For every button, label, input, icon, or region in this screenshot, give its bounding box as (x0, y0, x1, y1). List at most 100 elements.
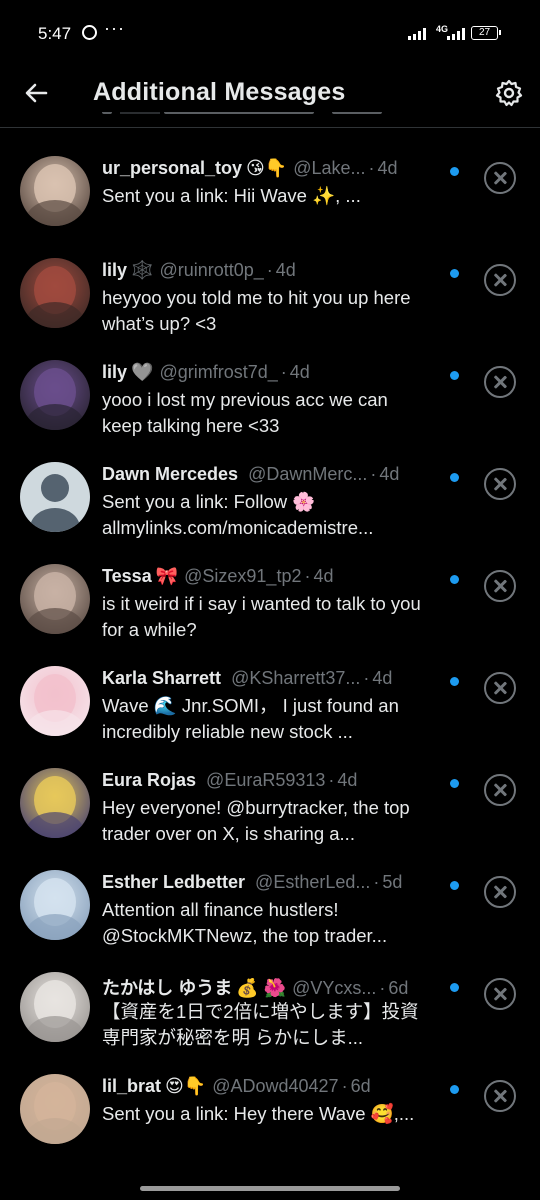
message-preview: 【資産を1日で2倍に増やします】投資専門家が秘密を明 らかにしま... (102, 1001, 419, 1048)
sender-name: Tessa (102, 566, 152, 586)
message-header: Eura Rojas @EuraR59313 · 4d (102, 770, 442, 794)
avatar[interactable] (20, 564, 90, 634)
message-request-row[interactable]: lily 🕸️ @ruinrott0p_ · 4d heyyoo you told me … (0, 230, 540, 334)
sender-emoji: 🕸️ (131, 260, 154, 280)
unread-dot-icon (450, 983, 459, 992)
sender-handle: @EuraR59313 (206, 770, 326, 790)
separator-dot: · (266, 260, 273, 280)
sender-handle: @VYcxs... (292, 978, 377, 998)
message-age: 6d (350, 1076, 371, 1096)
unread-dot-icon (450, 269, 459, 278)
avatar[interactable] (20, 666, 90, 736)
dismiss-x-icon[interactable] (484, 570, 516, 602)
separator-dot: · (368, 158, 375, 178)
separator-dot: · (373, 872, 380, 892)
avatar[interactable] (20, 768, 90, 838)
dismiss-x-icon[interactable] (484, 672, 516, 704)
avatar[interactable] (20, 360, 90, 430)
unread-dot-icon (450, 575, 459, 584)
avatar[interactable] (20, 1074, 90, 1144)
sender-name: Eura Rojas (102, 770, 197, 790)
message-age: 4d (289, 362, 310, 382)
message-preview: Sent you a link: Follow 🌸 allmylinks.com… (102, 491, 374, 538)
message-request-row[interactable]: Dawn Mercedes @DawnMerc... · 4d Sent you a l… (0, 434, 540, 538)
message-preview: Wave 🌊 Jnr.SOMI， I just found an incredi… (102, 695, 399, 742)
gear-icon[interactable] (494, 78, 524, 108)
dismiss-x-icon[interactable] (484, 468, 516, 500)
message-request-row[interactable]: ur_personal_toy 😘👇 @Lake... · 4d Sent you a l… (0, 128, 540, 230)
message-header: ur_personal_toy 😘👇 @Lake... · 4d (102, 158, 442, 182)
sender-handle: @DawnMerc... (248, 464, 368, 484)
avatar[interactable] (20, 972, 90, 1042)
sender-handle: @KSharrett37... (231, 668, 361, 688)
message-preview: yooo i lost my previous acc we can keep … (102, 389, 388, 436)
message-age: 4d (275, 260, 296, 280)
message-preview: Hey everyone! @burrytracker, the top tra… (102, 797, 410, 844)
message-header: たかはし ゆうま 💰 🌺 @VYcxs... · 6d (102, 974, 442, 998)
unread-dot-icon (450, 167, 459, 176)
dismiss-x-icon[interactable] (484, 162, 516, 194)
message-age: 4d (372, 668, 393, 688)
page-title: Additional Messages (93, 78, 346, 106)
battery-icon: 27 (471, 26, 501, 40)
dismiss-x-icon[interactable] (484, 978, 516, 1010)
sender-handle: @ruinrott0p_ (159, 260, 264, 280)
sender-name: Esther Ledbetter (102, 872, 246, 892)
message-age: 4d (377, 158, 398, 178)
sender-name: lil_brat (102, 1076, 162, 1096)
message-request-row[interactable]: lil_brat 😍👇 @ADowd40427 · 6d Sent you a link:… (0, 1046, 540, 1148)
dismiss-x-icon[interactable] (484, 876, 516, 908)
message-age: 6d (388, 978, 409, 998)
message-age: 5d (382, 872, 403, 892)
separator-dot: · (328, 770, 335, 790)
unread-dot-icon (450, 881, 459, 890)
message-preview: is it weird if i say i wanted to talk to… (102, 593, 421, 640)
default-avatar-icon[interactable] (20, 462, 90, 532)
unread-dot-icon (450, 677, 459, 686)
sender-name: Karla Sharrett (102, 668, 222, 688)
dismiss-x-icon[interactable] (484, 366, 516, 398)
dismiss-x-icon[interactable] (484, 774, 516, 806)
message-header: lily 🩶 @grimfrost7d_ · 4d (102, 362, 442, 386)
sender-name: Dawn Mercedes (102, 464, 239, 484)
message-list: ur_personal_toy 😘👇 @Lake... · 4d Sent you a l… (0, 128, 540, 1148)
sender-emoji: 😍👇 (165, 1076, 207, 1096)
avatar[interactable] (20, 870, 90, 940)
sender-handle: @EstherLed... (255, 872, 371, 892)
sender-handle: @grimfrost7d_ (159, 362, 278, 382)
message-age: 4d (379, 464, 400, 484)
sender-emoji: 😘👇 (246, 158, 288, 178)
more-dots-icon: ··· (104, 18, 125, 38)
avatar[interactable] (20, 156, 90, 226)
separator-dot: · (379, 978, 386, 998)
separator-dot: · (304, 566, 311, 586)
message-preview: Sent you a link: Hii Wave ✨, ... (102, 185, 361, 206)
separator-dot: · (280, 362, 287, 382)
sender-name: たかはし ゆうま (102, 978, 233, 998)
message-preview: Sent you a link: Hey there Wave 🥰,... (102, 1103, 415, 1124)
message-age: 4d (313, 566, 334, 586)
avatar[interactable] (20, 258, 90, 328)
home-indicator[interactable] (140, 1186, 400, 1191)
message-request-row[interactable]: Karla Sharrett @KSharrett37... · 4d Wave 🌊 J… (0, 638, 540, 742)
unread-dot-icon (450, 779, 459, 788)
message-request-row[interactable]: Esther Ledbetter @EstherLed... · 5d Attentio… (0, 842, 540, 946)
unread-dot-icon (450, 1085, 459, 1094)
message-header: Tessa 🎀 @Sizex91_tp2 · 4d (102, 566, 442, 590)
separator-dot: · (363, 668, 370, 688)
message-request-row[interactable]: Eura Rojas @EuraR59313 · 4d Hey everyone! @b… (0, 740, 540, 844)
dismiss-x-icon[interactable] (484, 1080, 516, 1112)
sender-name: ur_personal_toy (102, 158, 243, 178)
message-header: Dawn Mercedes @DawnMerc... · 4d (102, 464, 442, 488)
signal-icon (408, 27, 426, 40)
whatsapp-icon (82, 25, 97, 40)
message-request-row[interactable]: lily 🩶 @grimfrost7d_ · 4dyooo i lost my prev… (0, 332, 540, 436)
message-header: lil_brat 😍👇 @ADowd40427 · 6d (102, 1076, 442, 1100)
message-request-row[interactable]: Tessa 🎀 @Sizex91_tp2 · 4dis it weird if i sa… (0, 536, 540, 640)
message-request-row[interactable]: たかはし ゆうま 💰 🌺 @VYcxs... · 6d 【資産を1日で2倍に増やします】投… (0, 944, 540, 1048)
signal-icon (447, 27, 465, 40)
unread-dot-icon (450, 371, 459, 380)
message-age: 4d (337, 770, 358, 790)
dismiss-x-icon[interactable] (484, 264, 516, 296)
arrow-left-icon[interactable] (22, 78, 52, 108)
